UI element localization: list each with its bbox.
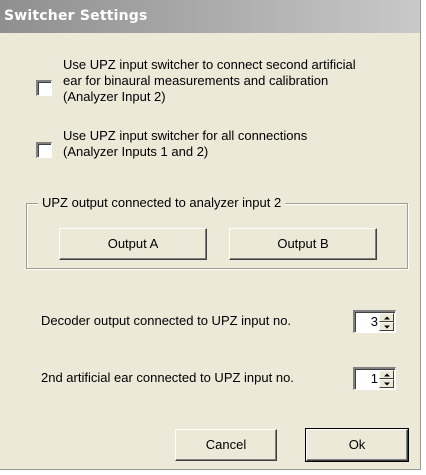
second-ear-input-spinner[interactable]: 1 xyxy=(353,367,396,390)
all-connections-checkbox[interactable] xyxy=(36,142,52,158)
decoder-spin-buttons xyxy=(379,313,394,331)
second-ear-spin-up-button[interactable] xyxy=(379,370,394,379)
triangle-down-icon xyxy=(383,382,390,385)
decoder-input-label: Decoder output connected to UPZ input no… xyxy=(41,313,292,328)
upz-output-group-legend: UPZ output connected to analyzer input 2 xyxy=(38,195,286,211)
output-b-button[interactable]: Output B xyxy=(229,228,377,260)
decoder-spin-down-button[interactable] xyxy=(379,322,394,331)
window-title: Switcher Settings xyxy=(4,8,148,24)
all-connections-option-label: Use UPZ input switcher for all connectio… xyxy=(63,128,307,160)
triangle-up-icon xyxy=(383,373,390,376)
output-a-button[interactable]: Output A xyxy=(59,228,207,260)
switcher-settings-dialog: Switcher Settings Use UPZ input switcher… xyxy=(0,0,421,470)
binaural-option[interactable] xyxy=(36,78,52,96)
binaural-label-line-2: ear for binaural measurements and calibr… xyxy=(63,73,329,88)
title-bar[interactable]: Switcher Settings xyxy=(0,0,420,33)
binaural-label-line-3: (Analyzer Input 2) xyxy=(63,89,166,104)
decoder-spin-up-button[interactable] xyxy=(379,313,394,322)
triangle-down-icon xyxy=(383,325,390,328)
binaural-label-line-1: Use UPZ input switcher to connect second… xyxy=(63,57,356,72)
decoder-input-value[interactable]: 3 xyxy=(371,314,378,330)
second-ear-spin-down-button[interactable] xyxy=(379,379,394,388)
all-connections-label-line-2: (Analyzer Inputs 1 and 2) xyxy=(63,144,209,159)
all-connections-option[interactable] xyxy=(36,140,52,158)
binaural-checkbox[interactable] xyxy=(36,80,52,96)
ok-button[interactable]: Ok xyxy=(305,428,409,462)
binaural-option-label: Use UPZ input switcher to connect second… xyxy=(63,57,356,105)
second-ear-spin-buttons xyxy=(379,370,394,388)
second-ear-input-label: 2nd artificial ear connected to UPZ inpu… xyxy=(41,370,294,385)
all-connections-label-line-1: Use UPZ input switcher for all connectio… xyxy=(63,128,308,143)
second-ear-input-value[interactable]: 1 xyxy=(371,371,378,387)
decoder-input-spinner[interactable]: 3 xyxy=(353,310,396,333)
triangle-up-icon xyxy=(383,316,390,319)
cancel-button[interactable]: Cancel xyxy=(175,429,277,461)
